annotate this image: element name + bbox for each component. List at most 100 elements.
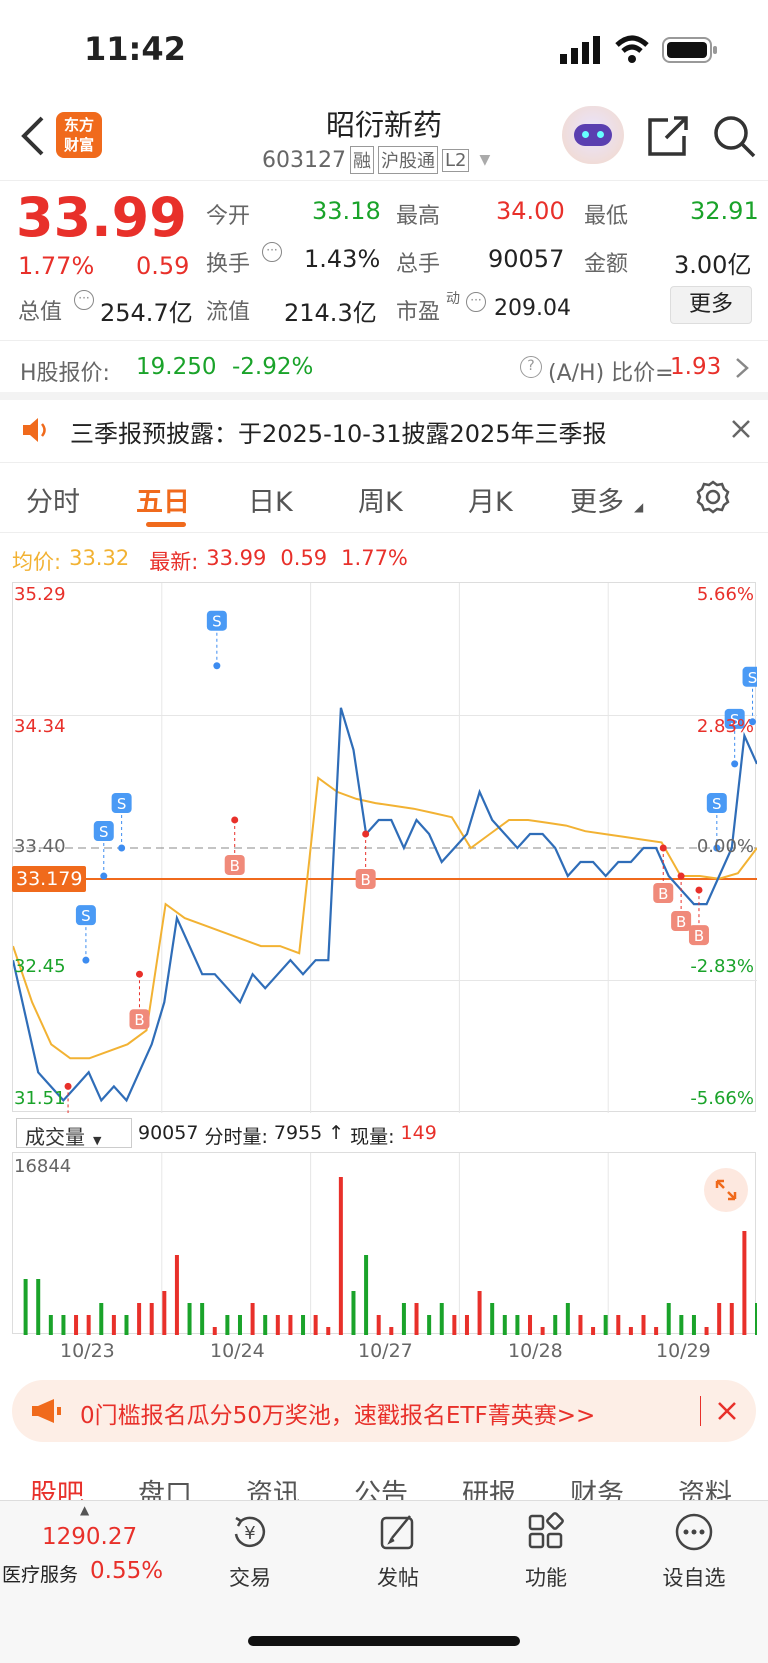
volume-bar: [237, 1315, 242, 1335]
trade-mark-dot: [231, 816, 239, 824]
robot-avatar-icon[interactable]: [562, 106, 624, 164]
promo-banner[interactable]: 0门槛报名瓜分50万奖池，速戳报名ETF菁英赛>>: [12, 1380, 756, 1442]
volume-bar: [326, 1327, 331, 1335]
tab-monthly-k[interactable]: 月K: [468, 480, 513, 519]
caret-icon: ◢: [634, 500, 644, 514]
volume-bar: [616, 1315, 621, 1335]
tab-five-day[interactable]: 五日: [136, 480, 190, 519]
stock-code-row[interactable]: 603127 融 沪股通 L2 ▼: [262, 146, 490, 174]
trade-mark-dot: [213, 662, 221, 670]
trade-mark-dot: [659, 844, 667, 852]
hshare-price: 19.250: [136, 354, 217, 380]
volume-bar: [565, 1303, 570, 1335]
ytick-left: 33.40: [14, 836, 66, 857]
volume-bar: [528, 1315, 533, 1335]
price-chart[interactable]: BSSSBSBBBBBSSSS: [12, 582, 757, 1113]
bar-volume-value: 7955: [273, 1122, 323, 1144]
float-label: 流值: [206, 300, 251, 325]
expand-icon[interactable]: [704, 1168, 748, 1212]
tab-weekly-k[interactable]: 周K: [358, 480, 403, 519]
reference-price-label: 33.179: [12, 866, 87, 892]
index-value[interactable]: 1290.27: [42, 1524, 137, 1550]
help-icon[interactable]: ?: [520, 356, 542, 378]
info-icon[interactable]: ···: [262, 242, 282, 262]
nav-add-watchlist[interactable]: 设自选: [624, 1512, 764, 1592]
battery-icon: [662, 36, 718, 68]
trade-mark-label: S: [212, 613, 222, 631]
volume-bar: [288, 1315, 293, 1335]
volume-bar: [679, 1315, 684, 1335]
index-pct[interactable]: 0.55%: [90, 1558, 163, 1584]
chart-legend: 均价: 33.32 最新: 33.99 0.59 1.77%: [12, 546, 408, 576]
trade-mark-label: S: [712, 795, 722, 813]
ytick-right: -2.83%: [690, 956, 754, 977]
volume-bar: [427, 1315, 432, 1335]
hshare-label: H股报价:: [20, 361, 110, 386]
mcap-label: 总值: [18, 300, 63, 325]
info-icon[interactable]: ···: [74, 290, 94, 310]
now-volume-label: 现量:: [350, 1126, 395, 1148]
svg-text:¥: ¥: [244, 1523, 255, 1544]
search-icon[interactable]: [712, 114, 758, 164]
trade-mark-label: B: [361, 871, 371, 889]
ytick-right: 2.83%: [696, 716, 754, 737]
volume-bar: [540, 1327, 545, 1335]
volume-bar: [162, 1291, 167, 1335]
tab-intraday[interactable]: 分时: [26, 480, 80, 519]
close-icon[interactable]: [730, 418, 752, 444]
ytick-right: -5.66%: [690, 1088, 754, 1109]
open-label: 今开: [206, 204, 251, 229]
nav-functions[interactable]: 功能: [476, 1512, 616, 1592]
volume-bar: [36, 1279, 41, 1335]
trade-mark-label: B: [694, 927, 704, 945]
turnover-value: 1.43%: [304, 245, 381, 273]
volume-bar: [401, 1303, 406, 1335]
trade-mark-label: B: [230, 857, 240, 875]
info-icon[interactable]: ···: [466, 292, 486, 312]
volume-bar: [149, 1303, 154, 1335]
ah-value: 1.93: [670, 354, 722, 380]
nav-trade[interactable]: ¥ 交易: [180, 1512, 320, 1592]
x-tick-label: 10/24: [210, 1340, 265, 1362]
share-icon[interactable]: [646, 114, 690, 162]
close-promo-icon[interactable]: [716, 1400, 738, 1426]
volume-bar: [200, 1303, 205, 1335]
x-tick-label: 10/23: [60, 1340, 115, 1362]
notice-text[interactable]: 三季报预披露：于2025-10-31披露2025年三季报: [70, 414, 607, 449]
caret-up-icon: ▲: [80, 1503, 90, 1517]
change-pct: 1.77%: [18, 252, 95, 280]
volume-bar: [250, 1303, 255, 1335]
volume-bar: [111, 1315, 116, 1335]
volume-bar: [351, 1291, 356, 1335]
edit-icon: [380, 1515, 414, 1550]
last-value: 33.99: [206, 546, 267, 570]
volume-indicator-select[interactable]: 成交量 ▼: [16, 1118, 132, 1149]
index-name[interactable]: 医疗服务: [2, 1560, 78, 1587]
volume-bar: [389, 1327, 394, 1335]
volume-bar: [603, 1315, 608, 1335]
trade-mark-label: B: [134, 1011, 144, 1029]
volume-bar: [704, 1327, 709, 1335]
more-button[interactable]: 更多: [670, 286, 752, 324]
gear-icon[interactable]: [696, 480, 730, 518]
wifi-icon: [614, 34, 650, 68]
amount-label: 金额: [584, 252, 629, 277]
avg-value: 33.32: [69, 546, 130, 570]
nav-post[interactable]: 发帖: [328, 1512, 468, 1592]
tab-more[interactable]: 更多: [570, 480, 624, 519]
chevron-right-icon[interactable]: [734, 356, 750, 384]
x-tick-label: 10/28: [508, 1340, 563, 1362]
price-line: [13, 707, 757, 1103]
x-tick-label: 10/27: [358, 1340, 413, 1362]
high-label: 最高: [396, 204, 441, 229]
ytick-left: 35.29: [14, 584, 66, 605]
trade-mark-dot: [100, 872, 108, 880]
volume-bar: [755, 1303, 757, 1335]
volume-bar: [275, 1315, 280, 1335]
volume-bar: [490, 1303, 495, 1335]
volume-bar: [263, 1315, 268, 1335]
tab-daily-k[interactable]: 日K: [248, 480, 293, 519]
nav-trade-label: 交易: [229, 1566, 271, 1590]
volume-chart[interactable]: [12, 1152, 757, 1335]
bar-volume-label: 分时量:: [204, 1126, 268, 1148]
